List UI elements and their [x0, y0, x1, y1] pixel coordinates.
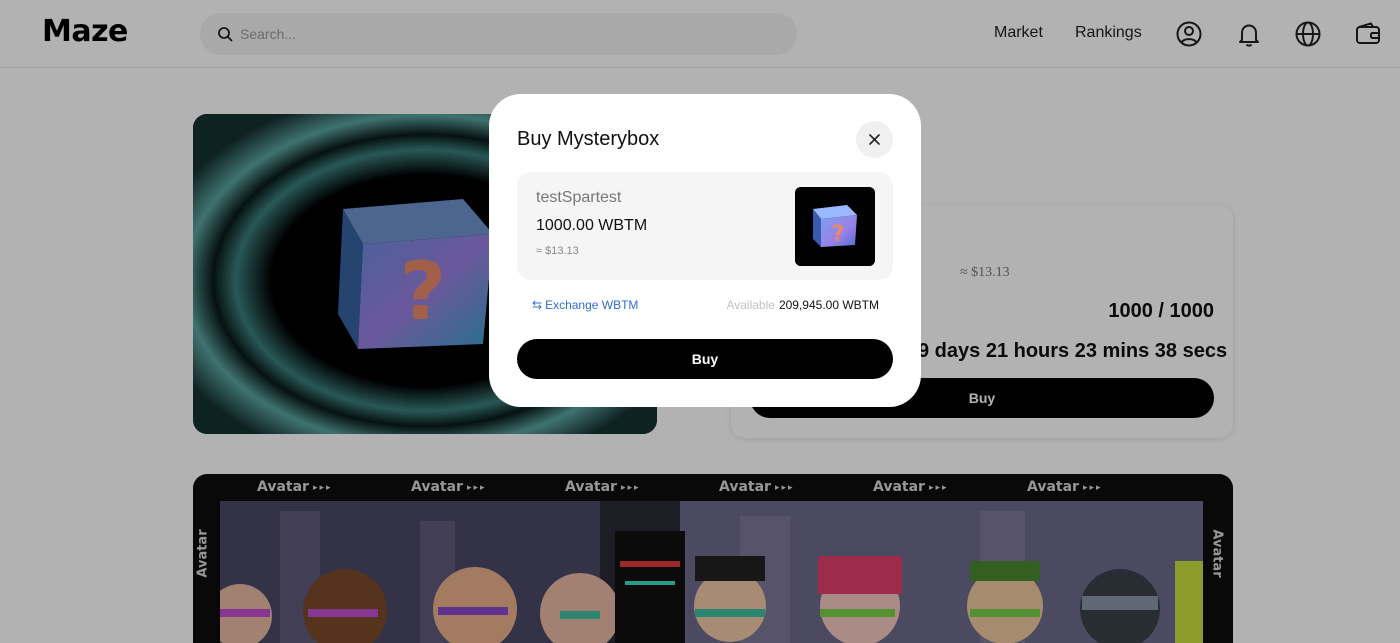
close-icon	[869, 134, 880, 145]
available-value: 209,945.00 WBTM	[778, 298, 879, 312]
item-name: testSpartest	[536, 189, 622, 206]
item-price: 1000.00 WBTM	[536, 217, 648, 234]
item-summary-card: testSpartest 1000.00 WBTM ≈ $13.13 ?	[517, 172, 893, 280]
item-price-usd: ≈ $13.13	[536, 245, 579, 257]
modal-title: Buy Mysterybox	[517, 128, 660, 150]
modal-buy-button[interactable]: Buy	[517, 339, 893, 379]
close-modal-button[interactable]	[856, 121, 893, 158]
available-balance: Available 209,945.00 WBTM	[726, 298, 879, 312]
available-label: Available	[726, 298, 775, 312]
exchange-wbtm-link[interactable]: ⇆ Exchange WBTM	[532, 298, 638, 312]
buy-mysterybox-modal: Buy Mysterybox testSpartest 1000.00 WBTM…	[489, 94, 921, 407]
svg-text:?: ?	[832, 222, 845, 247]
mysterybox-thumbnail: ?	[795, 187, 875, 266]
swap-icon: ⇆	[532, 298, 543, 312]
